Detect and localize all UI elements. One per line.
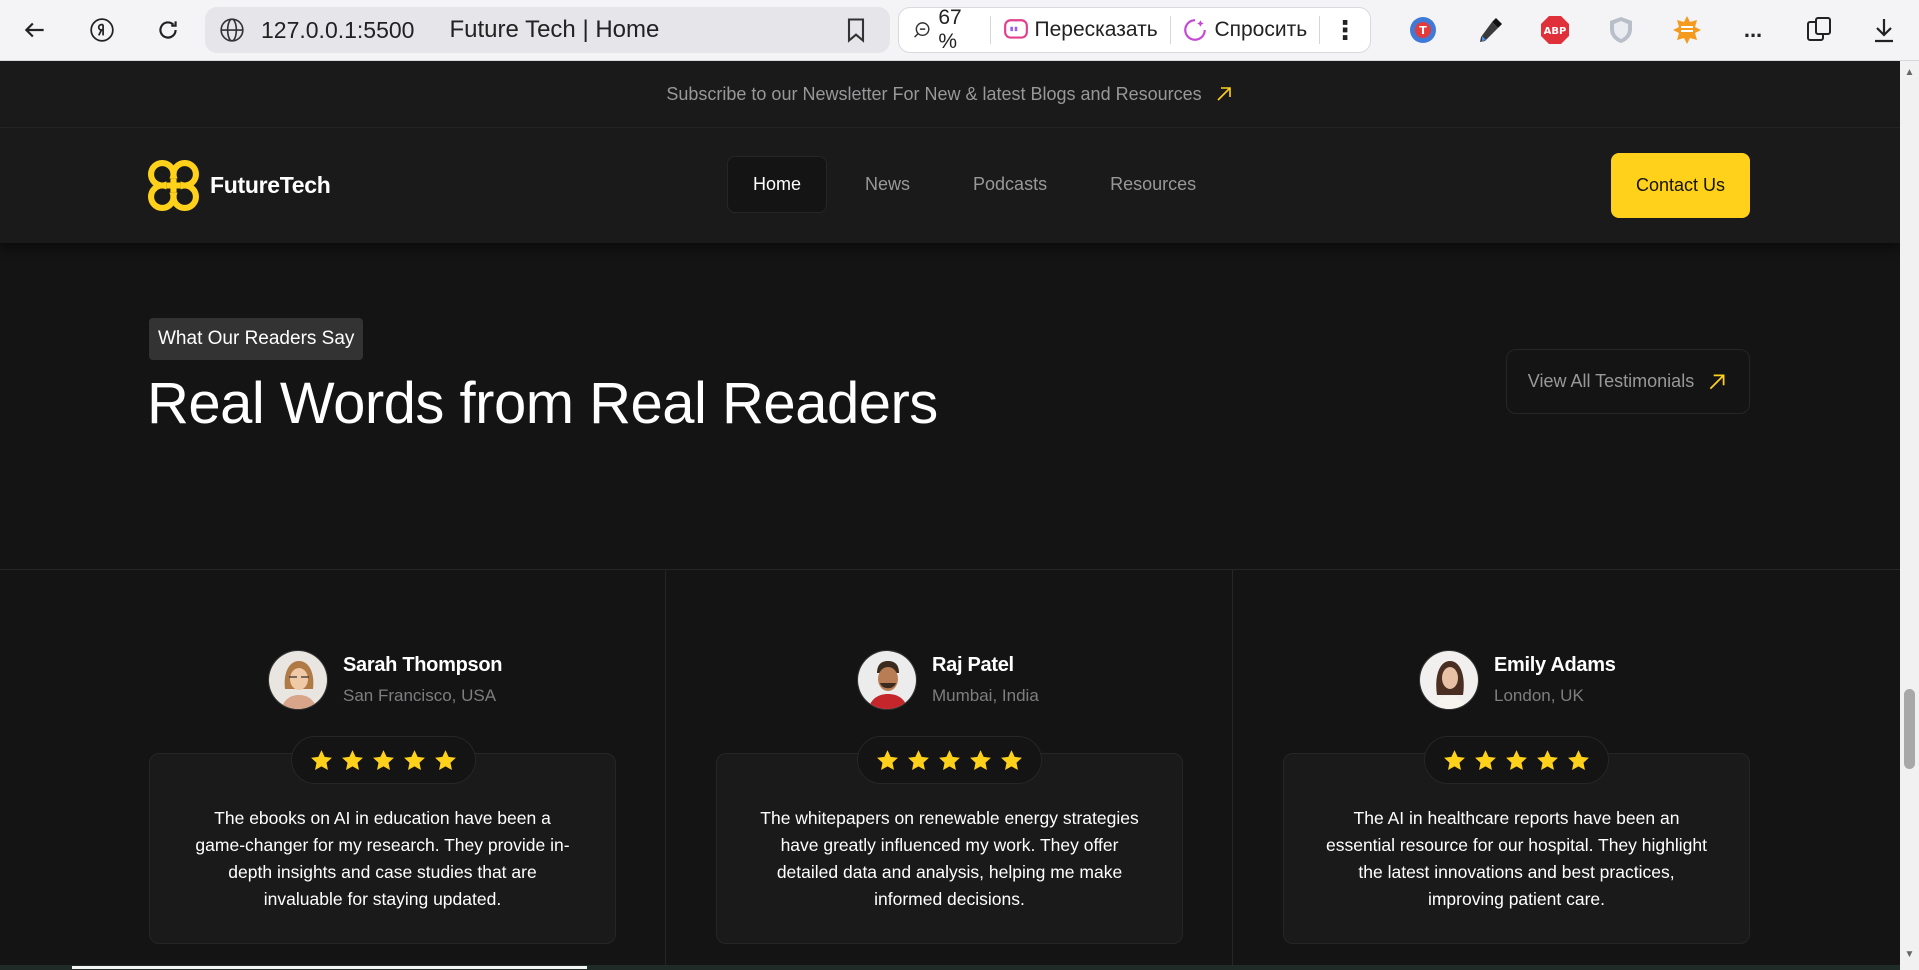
zoom-level: 67 % [938,6,962,53]
scroll-up-icon[interactable]: ▲ [1904,67,1915,79]
testimonials-grid: Sarah Thompson San Francisco, USA The eb… [0,570,1900,970]
reviewer: Emily Adams London, UK [1419,650,1616,710]
zoom-icon [914,22,930,38]
page-viewport: Subscribe to our Newsletter For New & la… [0,61,1900,970]
arrow-up-right-icon [1709,374,1725,389]
back-icon[interactable] [17,12,53,48]
yandex-icon[interactable] [84,12,120,48]
star-icon [1537,749,1558,770]
site-header: FutureTech Home News Podcasts Resources … [0,128,1900,243]
avatar [857,650,917,710]
reviewer-name: Raj Patel [932,654,1014,676]
testimonial-card: Sarah Thompson San Francisco, USA The eb… [0,570,666,970]
translate-icon[interactable]: T [1405,12,1441,48]
star-icon [970,749,991,770]
reviewer-location: London, UK [1494,686,1584,705]
testimonials-hero: What Our Readers Say Real Words from Rea… [0,243,1900,570]
reviewer-location: Mumbai, India [932,686,1039,705]
star-icon [1001,749,1022,770]
zoom-button[interactable]: 67 % [899,6,990,53]
star-icon [311,749,332,770]
tab-title: Future Tech | Home [449,16,660,43]
globe-icon [220,18,244,42]
star-icon [1506,749,1527,770]
testimonial-quote: The AI in healthcare reports have been a… [1325,807,1707,909]
arrow-up-right-icon [1217,87,1231,101]
star-icon [435,749,456,770]
nav-podcasts[interactable]: Podcasts [948,156,1072,213]
svg-text:ABP: ABP [1544,26,1567,37]
avatar [1419,650,1479,710]
url-text[interactable]: 127.0.0.1:5500 [261,17,414,44]
main-nav: Home News Podcasts Resources [727,156,1234,213]
ask-icon [1184,19,1207,41]
star-icon [877,749,898,770]
contact-us-button[interactable]: Contact Us [1611,153,1750,218]
vertical-scrollbar[interactable]: ▲ ▼ [1900,61,1919,970]
adblock-icon[interactable]: ABP [1537,12,1573,48]
eyedropper-icon[interactable] [1472,12,1508,48]
nav-news[interactable]: News [840,156,935,213]
star-icon [342,749,363,770]
reviewer: Sarah Thompson San Francisco, USA [268,650,502,710]
star-icon [404,749,425,770]
star-icon [939,749,960,770]
star-rating [1424,736,1609,784]
section-tag: What Our Readers Say [149,318,364,360]
star-icon [1444,749,1465,770]
star-icon [373,749,394,770]
view-all-label: View All Testimonials [1527,371,1695,391]
avatar [268,650,328,710]
reviewer: Raj Patel Mumbai, India [857,650,1039,710]
scroll-thumb[interactable] [1904,689,1915,769]
section-title: Real Words from Real Readers [147,371,938,436]
newsletter-text[interactable]: Subscribe to our Newsletter For New & la… [666,84,1201,105]
reviewer-name: Sarah Thompson [343,654,503,676]
download-icon[interactable] [1866,12,1902,48]
scroll-down-icon[interactable]: ▼ [1904,949,1915,961]
star-rating [857,736,1042,784]
taskbar-strip [0,965,1900,970]
bookmark-icon[interactable] [842,16,870,44]
nav-home[interactable]: Home [727,156,828,213]
testimonial-quote: The ebooks on AI in education have been … [195,807,570,909]
retell-label: Пересказать [1034,18,1158,41]
assistant-toolbar: 67 % Пересказать Спросить ⋮ [898,6,1371,53]
testimonial-card: Raj Patel Mumbai, India The whitepapers … [666,570,1233,970]
star-rating [291,736,476,784]
reload-icon[interactable] [150,12,186,48]
browser-toolbar: 127.0.0.1:5500 Future Tech | Home 67 % П… [0,0,1919,61]
menu-dots-icon[interactable]: ⋮ [1320,8,1370,52]
ask-label: Спросить [1214,18,1308,41]
star-icon [1475,749,1496,770]
logo[interactable]: FutureTech [148,160,331,211]
testimonial-card: Emily Adams London, UK The AI in healthc… [1233,570,1900,970]
newsletter-banner[interactable]: Subscribe to our Newsletter For New & la… [0,61,1900,128]
extensions-icon[interactable] [1801,12,1837,48]
more-extensions-icon[interactable]: ... [1735,12,1771,48]
retell-button[interactable]: Пересказать [991,8,1170,52]
sun-icon[interactable] [1669,12,1705,48]
star-icon [1568,749,1589,770]
logo-text: FutureTech [210,172,331,198]
svg-text:T: T [1419,24,1427,37]
shield-icon[interactable] [1603,12,1639,48]
nav-resources[interactable]: Resources [1085,156,1221,213]
reviewer-name: Emily Adams [1494,654,1616,676]
retell-icon [1003,19,1028,39]
view-all-testimonials-button[interactable]: View All Testimonials [1506,349,1750,414]
address-bar[interactable]: 127.0.0.1:5500 Future Tech | Home [205,7,890,53]
star-icon [908,749,929,770]
logo-icon [148,160,199,211]
reviewer-location: San Francisco, USA [343,686,497,705]
ask-button[interactable]: Спросить [1170,8,1319,52]
testimonial-quote: The whitepapers on renewable energy stra… [760,807,1139,909]
progress-segment [72,966,587,969]
